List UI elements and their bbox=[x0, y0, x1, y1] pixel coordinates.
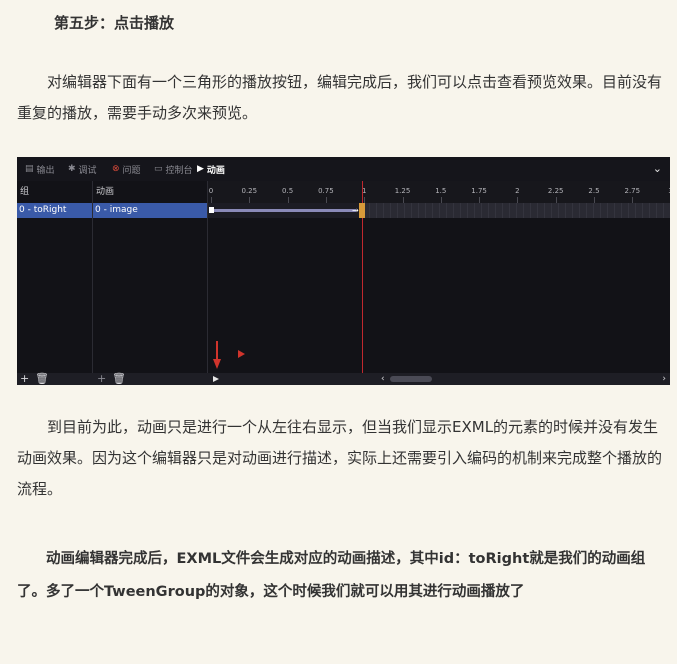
tab-terminal-label: 控制台 bbox=[165, 165, 193, 176]
timeline-ruler[interactable]: 00.250.50.7511.251.51.7522.252.52.753 bbox=[208, 181, 670, 203]
red-play-annotation-icon bbox=[238, 350, 245, 358]
ruler-tick-label: 2.5 bbox=[588, 187, 600, 195]
delete-group-icon[interactable]: 🗑 bbox=[35, 373, 49, 385]
tween-span-bar bbox=[212, 209, 356, 212]
timeline-track[interactable]: → bbox=[208, 203, 670, 218]
tab-debug-label: 调试 bbox=[78, 165, 97, 176]
ruler-tick-label: 3 bbox=[668, 187, 670, 195]
scroll-left-icon[interactable]: ‹ bbox=[381, 373, 385, 385]
group-column-header: 组 bbox=[20, 187, 30, 197]
add-animation-icon[interactable]: + bbox=[97, 373, 106, 385]
paragraph-intro: 对编辑器下面有一个三角形的播放按钮，编辑完成后，我们可以点击查看预览效果。目前没… bbox=[17, 73, 663, 122]
scroll-right-icon[interactable]: › bbox=[662, 373, 666, 385]
end-keyframe-arrow-icon[interactable]: → bbox=[352, 206, 359, 215]
ruler-tick-label: 0 bbox=[208, 187, 214, 195]
animation-column-header: 动画 bbox=[96, 187, 115, 197]
ruler-tick-label: 0.5 bbox=[282, 187, 294, 195]
tab-output[interactable]: ▤ 输出 bbox=[25, 163, 55, 176]
editor-bottom-bar: + 🗑 + 🗑 ‹ › bbox=[17, 373, 670, 385]
red-annotation-arrow-icon bbox=[213, 341, 221, 369]
ruler-tick-label: 0.75 bbox=[318, 187, 334, 195]
ruler-tick-label: 2 bbox=[515, 187, 520, 195]
section-heading: 第五步：点击播放 bbox=[54, 14, 175, 32]
chevron-down-icon[interactable]: ⌄ bbox=[653, 162, 662, 175]
ruler-tick-label: 0.25 bbox=[241, 187, 258, 195]
delete-animation-icon[interactable]: 🗑 bbox=[112, 373, 126, 385]
tab-animation-label: 动画 bbox=[206, 165, 225, 176]
ruler-tick-label: 2.25 bbox=[547, 187, 564, 195]
ruler-tick-label: 1.5 bbox=[435, 187, 447, 195]
ruler-tick-label: 1.75 bbox=[471, 187, 487, 195]
terminal-icon: ▭ bbox=[154, 164, 163, 174]
animation-editor-screenshot: ▤ 输出 ✱ 调试 ⊗ 问题 ▭ 控制台 ▶ 动画 ⌄ 组 动画 0 0.25 0.… bbox=[17, 157, 670, 385]
playhead-marker[interactable] bbox=[359, 203, 365, 218]
paragraph-explanation: 到目前为此，动画只是进行一个从左往右显示，但当我们显示EXML的元素的时候并没有… bbox=[17, 418, 663, 498]
tab-animation[interactable]: ▶ 动画 bbox=[197, 163, 225, 176]
horizontal-scroll-thumb[interactable] bbox=[390, 376, 432, 382]
group-row-selected[interactable]: 0 - toRight bbox=[17, 203, 92, 218]
problem-icon: ⊗ bbox=[112, 164, 120, 174]
play-button[interactable] bbox=[213, 376, 219, 382]
tab-problems[interactable]: ⊗ 问题 bbox=[112, 163, 141, 176]
tab-debug[interactable]: ✱ 调试 bbox=[68, 163, 97, 176]
start-keyframe[interactable] bbox=[209, 207, 214, 213]
ruler-tick-label: 1.25 bbox=[394, 187, 411, 195]
tab-terminal[interactable]: ▭ 控制台 bbox=[154, 163, 193, 176]
ruler-tick-label: 2.75 bbox=[624, 187, 641, 195]
tab-problems-label: 问题 bbox=[122, 165, 141, 176]
animation-icon: ▶ bbox=[197, 164, 204, 174]
paragraph-summary: 动画编辑器完成后，EXML文件会生成对应的动画描述，其中id：toRight就是… bbox=[17, 551, 646, 600]
empty-frame-cells[interactable] bbox=[363, 203, 670, 218]
debug-icon: ✱ bbox=[68, 164, 76, 174]
output-icon: ▤ bbox=[25, 164, 34, 174]
editor-tab-bar: ▤ 输出 ✱ 调试 ⊗ 问题 ▭ 控制台 ▶ 动画 ⌄ bbox=[17, 157, 670, 181]
tab-output-label: 输出 bbox=[36, 165, 55, 176]
add-group-icon[interactable]: + bbox=[20, 373, 29, 385]
animation-row-selected[interactable]: 0 - image bbox=[93, 203, 207, 218]
